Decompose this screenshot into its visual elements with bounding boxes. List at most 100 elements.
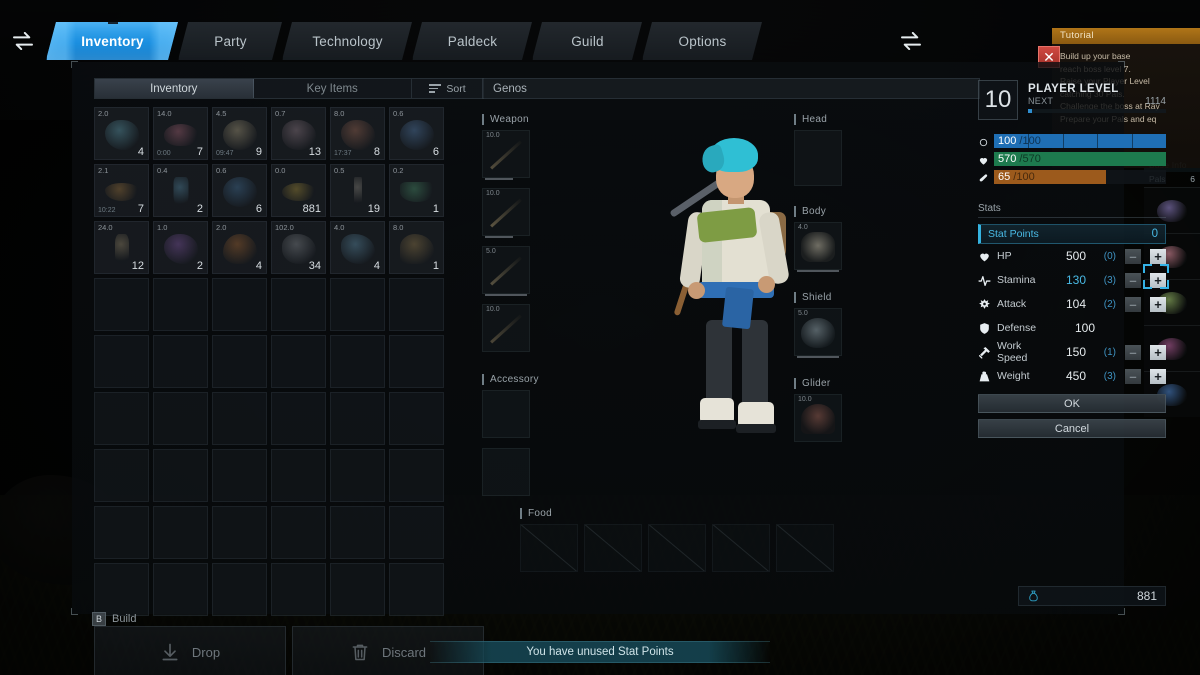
inventory-slot-empty[interactable] [94,563,149,616]
inventory-slot-empty[interactable] [271,506,326,559]
tab-party[interactable]: Party [178,22,282,60]
weapon-slot-1[interactable]: 10.0 [482,130,530,180]
inventory-slot-empty[interactable] [389,449,444,502]
ok-button[interactable]: OK [978,394,1166,413]
item-quantity: 34 [308,260,321,272]
inventory-slot-empty[interactable] [153,563,208,616]
stat-row-stamina[interactable]: Stamina 130 (3) – + [978,264,1169,292]
stat-allocated: (1) [1103,346,1116,358]
inventory-slot-empty[interactable] [94,449,149,502]
gold-coin-item[interactable]: 0.0 881 [271,164,326,217]
inventory-slot-empty[interactable] [153,392,208,445]
inventory-slot-empty[interactable] [153,449,208,502]
bread-item[interactable]: 2.1 10:22 7 [94,164,149,217]
tab-inventory[interactable]: Inventory [46,22,178,60]
stat-row-weight[interactable]: Weight 450 (3) – + [978,364,1166,388]
inventory-slot-empty[interactable] [271,563,326,616]
food-slot-5[interactable] [776,524,834,572]
stone-item[interactable]: 102.0 34 [271,221,326,274]
tab-paldeck[interactable]: Paldeck [412,22,532,60]
drop-button[interactable]: Drop [94,626,286,675]
bone-item[interactable]: 8.0 1 [389,221,444,274]
accessory-slot-2[interactable] [482,448,530,496]
swap-icon-left[interactable] [0,22,46,60]
potion-vial-item[interactable]: 0.4 2 [153,164,208,217]
inventory-slot-empty[interactable] [94,392,149,445]
stat-increment-button[interactable]: + [1150,272,1166,288]
inventory-slot-empty[interactable] [271,392,326,445]
food-slot-3[interactable] [648,524,706,572]
food-slot-1[interactable] [520,524,578,572]
inventory-slot-empty[interactable] [94,506,149,559]
inventory-slot-empty[interactable] [212,335,267,388]
inventory-slot-empty[interactable] [212,563,267,616]
swap-icon-right[interactable] [887,22,935,60]
amethyst-item[interactable]: 1.0 2 [153,221,208,274]
ice-organ-item[interactable]: 4.0 4 [330,221,385,274]
inventory-slot-empty[interactable] [94,335,149,388]
weapon-slot-4[interactable]: 10.0 [482,304,530,352]
fried-egg-item[interactable]: 4.5 09:47 9 [212,107,267,160]
flame-organ-item[interactable]: 2.0 4 [212,221,267,274]
inventory-slot-empty[interactable] [330,563,385,616]
stat-row-attack[interactable]: Attack 104 (2) – + [978,292,1166,316]
inventory-slot-empty[interactable] [153,506,208,559]
stat-increment-button[interactable]: + [1150,368,1166,384]
tab-technology[interactable]: Technology [282,22,412,60]
stat-decrement-button[interactable]: – [1125,248,1141,264]
cooked-ham-item[interactable]: 8.0 17:37 8 [330,107,385,160]
raw-meat-item[interactable]: 14.0 0:00 7 [153,107,208,160]
inventory-slot-empty[interactable] [389,506,444,559]
wood-item[interactable]: 24.0 12 [94,221,149,274]
berries-item[interactable]: 0.7 13 [271,107,326,160]
inventory-slot-empty[interactable] [330,449,385,502]
cotton-candy-item[interactable]: 2.0 4 [94,107,149,160]
pal-sphere-item[interactable]: 0.6 6 [212,164,267,217]
inventory-slot-empty[interactable] [271,449,326,502]
inventory-slot-empty[interactable] [389,335,444,388]
tab-inventory[interactable]: Inventory [95,79,254,98]
inventory-slot-empty[interactable] [212,506,267,559]
inventory-slot-empty[interactable] [212,392,267,445]
item-weight: 0.5 [334,166,345,175]
stat-row-hp[interactable]: HP 500 (0) – + [978,244,1166,268]
stat-row-defense[interactable]: Defense 100 [978,316,1166,340]
inventory-slot-empty[interactable] [271,335,326,388]
weapon-slot-2[interactable]: 10.0 [482,188,530,238]
inventory-slot-empty[interactable] [389,392,444,445]
salad-bowl-item[interactable]: 0.2 1 [389,164,444,217]
inventory-slot-empty[interactable] [153,335,208,388]
food-slot-2[interactable] [584,524,642,572]
inventory-slot-empty[interactable] [271,278,326,331]
stat-decrement-button[interactable]: – [1125,368,1141,384]
arrows-item[interactable]: 0.5 19 [330,164,385,217]
tab-guild[interactable]: Guild [532,22,642,60]
stats-column: 10 PLAYER LEVEL NEXT 1114 100 /100 570 /5… [978,78,1169,606]
blue-orb-item[interactable]: 0.6 6 [389,107,444,160]
inventory-slot-empty[interactable] [330,506,385,559]
build-hint[interactable]: B Build [92,612,136,626]
stat-decrement-button[interactable]: – [1125,272,1141,288]
inventory-slot-empty[interactable] [389,563,444,616]
tab-key-items[interactable]: Key Items [254,79,412,98]
weapon-slot-3[interactable]: 5.0 [482,246,530,296]
tab-options[interactable]: Options [642,22,762,60]
inventory-slot-empty[interactable] [212,278,267,331]
sort-button[interactable]: Sort [411,79,483,98]
inventory-slot-empty[interactable] [330,335,385,388]
food-slot-4[interactable] [712,524,770,572]
stat-increment-button[interactable]: + [1150,344,1166,360]
stat-row-work-speed[interactable]: Work Speed 150 (1) – + [978,340,1166,364]
inventory-slot-empty[interactable] [212,449,267,502]
inventory-slot-empty[interactable] [153,278,208,331]
stat-decrement-button[interactable]: – [1125,344,1141,360]
cancel-button[interactable]: Cancel [978,419,1166,438]
inventory-slot-empty[interactable] [94,278,149,331]
stat-decrement-button[interactable]: – [1125,296,1141,312]
stat-increment-button[interactable]: + [1150,248,1166,264]
inventory-slot-empty[interactable] [389,278,444,331]
stat-increment-button[interactable]: + [1150,296,1166,312]
inventory-slot-empty[interactable] [330,392,385,445]
inventory-slot-empty[interactable] [330,278,385,331]
accessory-slot-1[interactable] [482,390,530,438]
